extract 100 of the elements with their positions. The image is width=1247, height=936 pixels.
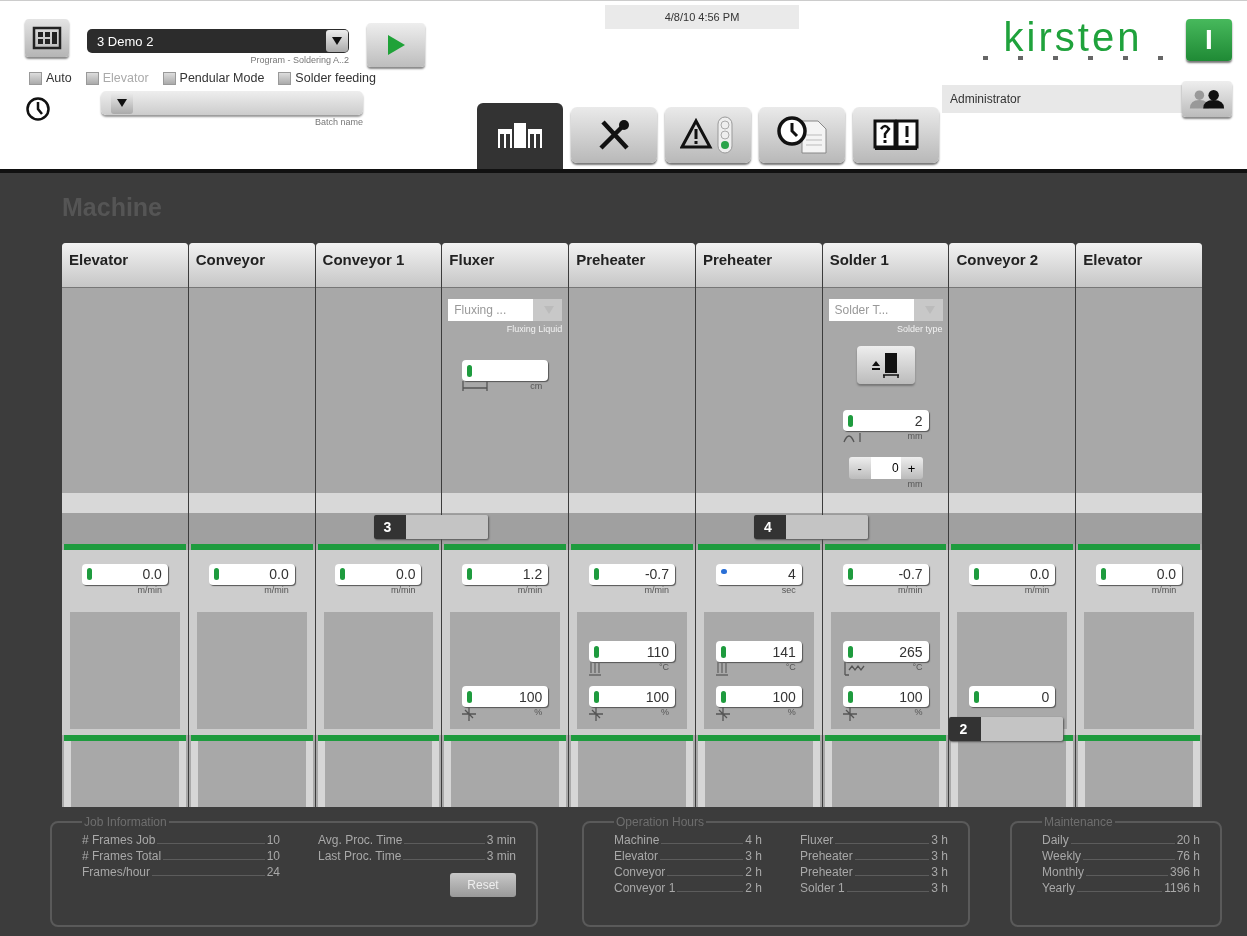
heater-icon — [715, 662, 728, 676]
station-title: Preheater — [695, 243, 822, 288]
value-field[interactable]: 265 — [842, 641, 929, 662]
stat-label: Preheater — [800, 849, 853, 863]
support-leg — [432, 741, 440, 807]
eject-button[interactable] — [856, 346, 915, 384]
unit-label: °C — [658, 662, 669, 672]
checkbox[interactable]: Solder feeding — [278, 71, 376, 85]
value-field[interactable]: 0.0 — [81, 563, 168, 585]
support-leg — [305, 741, 313, 807]
unit-label: m/min — [390, 584, 416, 595]
value-field[interactable]: 141 — [715, 641, 802, 662]
program-dropdown[interactable]: 3 Demo 2 — [87, 29, 349, 53]
unit-label: sec — [781, 584, 796, 595]
station-title: Fluxer — [442, 243, 569, 288]
value-field[interactable]: 0 — [969, 686, 1056, 707]
unit-label: mm — [907, 431, 923, 441]
stat-label: Conveyor — [614, 865, 666, 879]
support-leg — [1078, 741, 1086, 807]
unit-label: m/min — [1151, 584, 1177, 595]
unit-label: % — [914, 707, 923, 717]
dropdown-caption: Solder type — [897, 324, 943, 334]
stat-value: 4 h — [745, 833, 762, 847]
layout-button[interactable] — [25, 19, 69, 57]
stat-value: 76 h — [1176, 849, 1200, 863]
value-field[interactable]: 110 — [589, 641, 675, 662]
station-title: Preheater — [569, 243, 695, 288]
machine-icon — [497, 121, 543, 151]
checkbox[interactable]: Auto — [29, 71, 72, 85]
tab[interactable] — [759, 107, 845, 163]
value-field[interactable]: 4 — [715, 563, 802, 585]
support-leg — [559, 741, 567, 807]
date-time: 4/8/10 4:56 PM — [605, 5, 799, 29]
unit-label: cm — [530, 381, 543, 391]
unit-label: m/min — [644, 584, 669, 595]
station-title: Conveyor — [188, 243, 315, 288]
fan-icon — [715, 707, 730, 721]
stat-label: Yearly — [1042, 881, 1075, 895]
support-leg — [939, 741, 947, 807]
users-button[interactable] — [1182, 81, 1232, 117]
play-button[interactable] — [367, 23, 425, 67]
tab[interactable] — [477, 103, 563, 169]
value-field[interactable]: 0.0 — [335, 563, 422, 585]
unit-label: % — [787, 707, 796, 717]
station-title: Conveyor 2 — [949, 243, 1076, 288]
value-field[interactable]: 100 — [462, 686, 549, 707]
stepper-value: 0 — [870, 457, 901, 479]
value-field[interactable] — [462, 360, 549, 381]
clock-document-icon — [776, 115, 828, 155]
checkbox[interactable]: Pendular Mode — [162, 71, 265, 85]
stat-value: 3 min — [486, 833, 516, 847]
support-leg — [64, 741, 71, 807]
stat-label: Elevator — [614, 849, 659, 863]
stat-label: Machine — [614, 833, 660, 847]
value-field[interactable]: 1.2 — [462, 563, 549, 585]
stat-value: 20 h — [1176, 833, 1200, 847]
value-field[interactable]: 100 — [715, 686, 802, 707]
stat-label: # Frames Total — [82, 849, 162, 863]
play-icon — [386, 34, 406, 56]
support-leg — [812, 741, 820, 807]
support-leg — [1066, 741, 1074, 807]
batch-caption: Batch name — [314, 117, 363, 127]
value-field[interactable]: -0.7 — [842, 563, 929, 585]
value-field[interactable]: 100 — [589, 686, 675, 707]
unit-label: m/min — [898, 584, 923, 595]
value-field[interactable]: 100 — [842, 686, 929, 707]
value-field[interactable]: 0.0 — [208, 563, 295, 585]
dropdown-arrow-icon — [332, 37, 342, 45]
stat-value: 3 h — [745, 849, 762, 863]
user-field[interactable]: Administrator — [942, 85, 1182, 113]
support-leg — [824, 741, 832, 807]
grid-icon — [32, 26, 62, 50]
stat-label: Conveyor 1 — [614, 881, 676, 895]
users-icon — [1188, 88, 1226, 110]
tab[interactable] — [853, 107, 939, 163]
unit-label: °C — [785, 662, 796, 672]
stat-value: 3 h — [931, 865, 948, 879]
value-field[interactable]: 2 — [842, 410, 929, 431]
support-leg — [685, 741, 693, 807]
value-field[interactable]: 0.0 — [969, 563, 1056, 585]
stepper[interactable]: - 0 + — [848, 457, 923, 479]
stat-value: 10 — [266, 849, 280, 863]
wave-temperature-icon — [842, 662, 867, 676]
dropdown-arrow-icon — [117, 99, 127, 107]
unit-label: % — [661, 707, 669, 717]
heater-icon — [589, 662, 601, 676]
value-field[interactable]: -0.7 — [589, 563, 675, 585]
tab[interactable] — [571, 107, 657, 163]
support-leg — [444, 741, 452, 807]
minus-button[interactable]: - — [848, 457, 871, 479]
stat-label: # Frames Job — [82, 833, 156, 847]
support-leg — [317, 741, 325, 807]
plus-button[interactable]: + — [900, 457, 923, 479]
logo: kirsten — [978, 19, 1168, 61]
value-field[interactable]: 0.0 — [1096, 563, 1183, 585]
tab[interactable] — [665, 107, 751, 163]
unit-label: % — [534, 707, 543, 717]
warning-traffic-light-icon — [680, 115, 736, 155]
stat-value: 396 h — [1169, 865, 1200, 879]
support-leg — [951, 741, 959, 807]
